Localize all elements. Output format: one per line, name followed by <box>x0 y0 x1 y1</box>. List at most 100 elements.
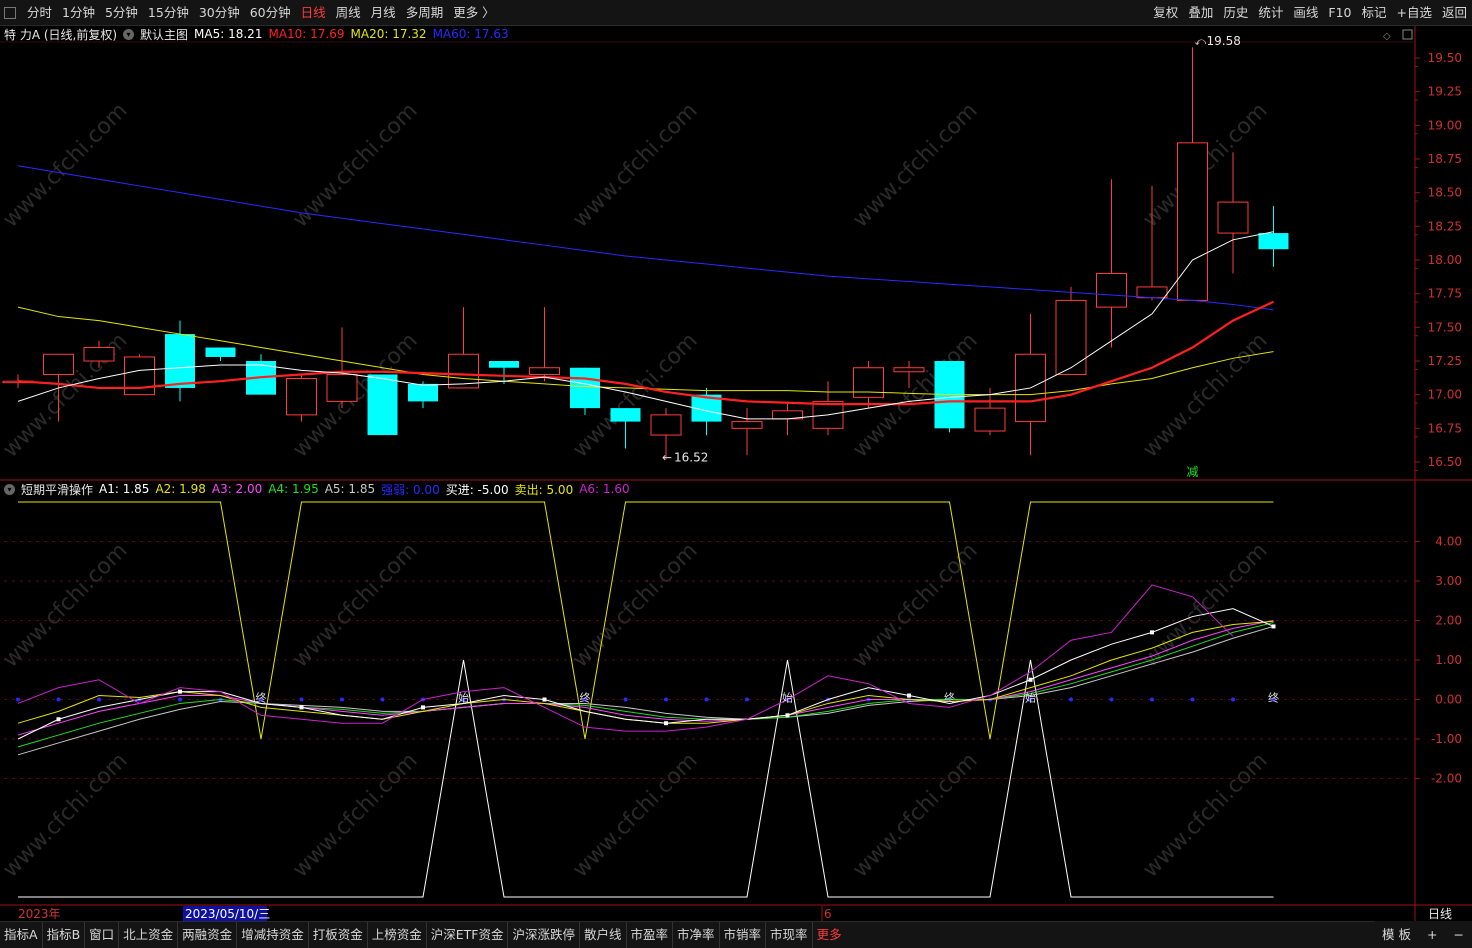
price-tick-label: 19.25 <box>1428 85 1462 99</box>
indicator-tab-1[interactable]: 指标B <box>43 922 86 948</box>
candle-down <box>489 361 519 368</box>
candle-up <box>893 367 925 373</box>
indicator-tab-13[interactable]: 市销率 <box>720 922 767 948</box>
indicator-tab-7[interactable]: 上榜资金 <box>368 922 427 948</box>
template-controls: 模 板 + − <box>1374 921 1472 948</box>
a1-marker <box>421 705 425 710</box>
signal-marker: 终 <box>1268 691 1279 705</box>
strong-dot <box>664 697 668 702</box>
low-price-label: 16.52 <box>674 450 708 464</box>
month-label: 6 <box>824 907 832 921</box>
sub-tick-label: -2.00 <box>1431 772 1462 786</box>
candle-down <box>408 383 438 402</box>
watermark-text: www.cfchi.com <box>1138 328 1272 462</box>
sub-tick-label: 2.00 <box>1435 614 1462 628</box>
watermark-text: www.cfchi.com <box>568 748 702 882</box>
price-tick-label: 18.75 <box>1428 152 1462 166</box>
high-price-label: 19.58 <box>1207 34 1241 48</box>
candle-up <box>974 407 1006 432</box>
a4-line <box>17 621 1274 748</box>
kline-chart[interactable]: www.cfchi.com www.cfchi.com www.cfchi.com w… <box>0 0 1472 921</box>
indicator-tab-5[interactable]: 增减持资金 <box>237 922 309 948</box>
template-control-0[interactable]: 模 板 <box>1374 922 1419 948</box>
signal-marker: 终 <box>256 691 267 705</box>
indicator-tab-14[interactable]: 市现率 <box>766 922 813 948</box>
strong-dot <box>1150 697 1154 702</box>
candle-up <box>83 347 115 362</box>
strong-dot <box>1069 697 1073 702</box>
watermark-text: www.cfchi.com <box>848 748 982 882</box>
price-tick-label: 17.00 <box>1428 388 1462 402</box>
a2-line <box>17 620 1274 724</box>
strong-dot <box>16 697 20 702</box>
indicator-tab-3[interactable]: 北上资金 <box>119 922 179 948</box>
watermark-text: www.cfchi.com <box>0 538 133 672</box>
watermark-text: www.cfchi.com <box>288 538 422 672</box>
strong-dot <box>299 697 304 702</box>
a1-marker <box>785 713 790 718</box>
a1-marker <box>299 705 304 710</box>
signal-marker: 始 <box>1025 691 1036 705</box>
candle-up <box>43 353 74 375</box>
indicator-tab-12[interactable]: 市净率 <box>673 922 720 948</box>
indicator-tab-9[interactable]: 沪深涨跌停 <box>508 922 580 948</box>
indicator-tab-0[interactable]: 指标A <box>0 922 43 948</box>
a1-marker <box>664 721 668 726</box>
a1-line <box>17 608 1274 740</box>
price-tick-label: 19.00 <box>1428 118 1462 132</box>
candle-up <box>326 373 358 402</box>
pane-maximize-icon[interactable] <box>1402 29 1413 40</box>
strong-dot <box>623 697 628 702</box>
strong-dot <box>340 697 344 702</box>
indicator-tab-15[interactable]: 更多 <box>813 922 846 948</box>
indicator-tab-2[interactable]: 窗口 <box>85 922 120 948</box>
strong-dot <box>178 697 182 702</box>
a1-marker <box>1028 677 1033 682</box>
watermark-text: www.cfchi.com <box>848 538 982 672</box>
watermark-text: www.cfchi.com <box>288 748 422 882</box>
price-tick-label: 19.50 <box>1428 51 1462 65</box>
watermark-text: www.cfchi.com <box>848 98 982 232</box>
indicator-tab-6[interactable]: 打板资金 <box>309 922 368 948</box>
price-tick-label: 16.75 <box>1428 421 1462 435</box>
reduce-signal: 减 <box>1186 465 1198 479</box>
a1-marker <box>178 689 182 694</box>
indicator-tab-4[interactable]: 两融资金 <box>178 922 238 948</box>
price-tick-label: 17.50 <box>1428 320 1462 334</box>
indicator-tab-8[interactable]: 沪深ETF资金 <box>427 922 509 948</box>
candle-up <box>853 367 884 398</box>
candle-down <box>570 367 600 409</box>
candle-down <box>205 347 236 357</box>
a1-marker <box>1150 630 1154 635</box>
template-control-1[interactable]: + <box>1419 922 1445 948</box>
candle-up <box>529 367 560 375</box>
strong-dot <box>1190 697 1195 702</box>
indicator-tab-10[interactable]: 散户线 <box>580 922 627 948</box>
price-tick-label: 17.25 <box>1428 354 1462 368</box>
template-control-2[interactable]: − <box>1446 922 1472 948</box>
candle-down <box>610 408 641 422</box>
watermark-text: www.cfchi.com <box>288 98 422 232</box>
a1-marker <box>907 693 911 698</box>
a1-marker <box>56 717 61 722</box>
a1-marker <box>1271 624 1276 629</box>
cursor-date-label: 2023/05/10/三 <box>185 907 270 921</box>
watermark-text: www.cfchi.com <box>0 748 133 882</box>
candle-up <box>1096 272 1127 308</box>
a1-marker <box>542 697 547 702</box>
year-label: 2023年 <box>18 907 61 921</box>
strong-dot <box>380 697 385 702</box>
strong-dot <box>704 697 709 702</box>
candle-down <box>165 334 195 388</box>
high-arrow-icon: ⤺ <box>1195 35 1207 48</box>
sub-tick-label: 0.00 <box>1435 693 1462 707</box>
pane-diamond-icon[interactable]: ◇ <box>1383 31 1391 42</box>
strong-dot <box>1231 697 1235 702</box>
signal-marker: 始 <box>782 691 793 705</box>
indicator-tab-11[interactable]: 市盈率 <box>627 922 674 948</box>
strong-dot <box>745 697 749 702</box>
signal-marker: 始 <box>458 691 469 705</box>
sub-tick-label: 1.00 <box>1435 653 1462 667</box>
app-window: 分时 1分钟 5分钟 15分钟 30分钟 60分钟 日线 周线 月线 多周期 更多 〉 复权 叠加 历史… <box>0 0 1472 948</box>
candle-down <box>367 374 398 436</box>
